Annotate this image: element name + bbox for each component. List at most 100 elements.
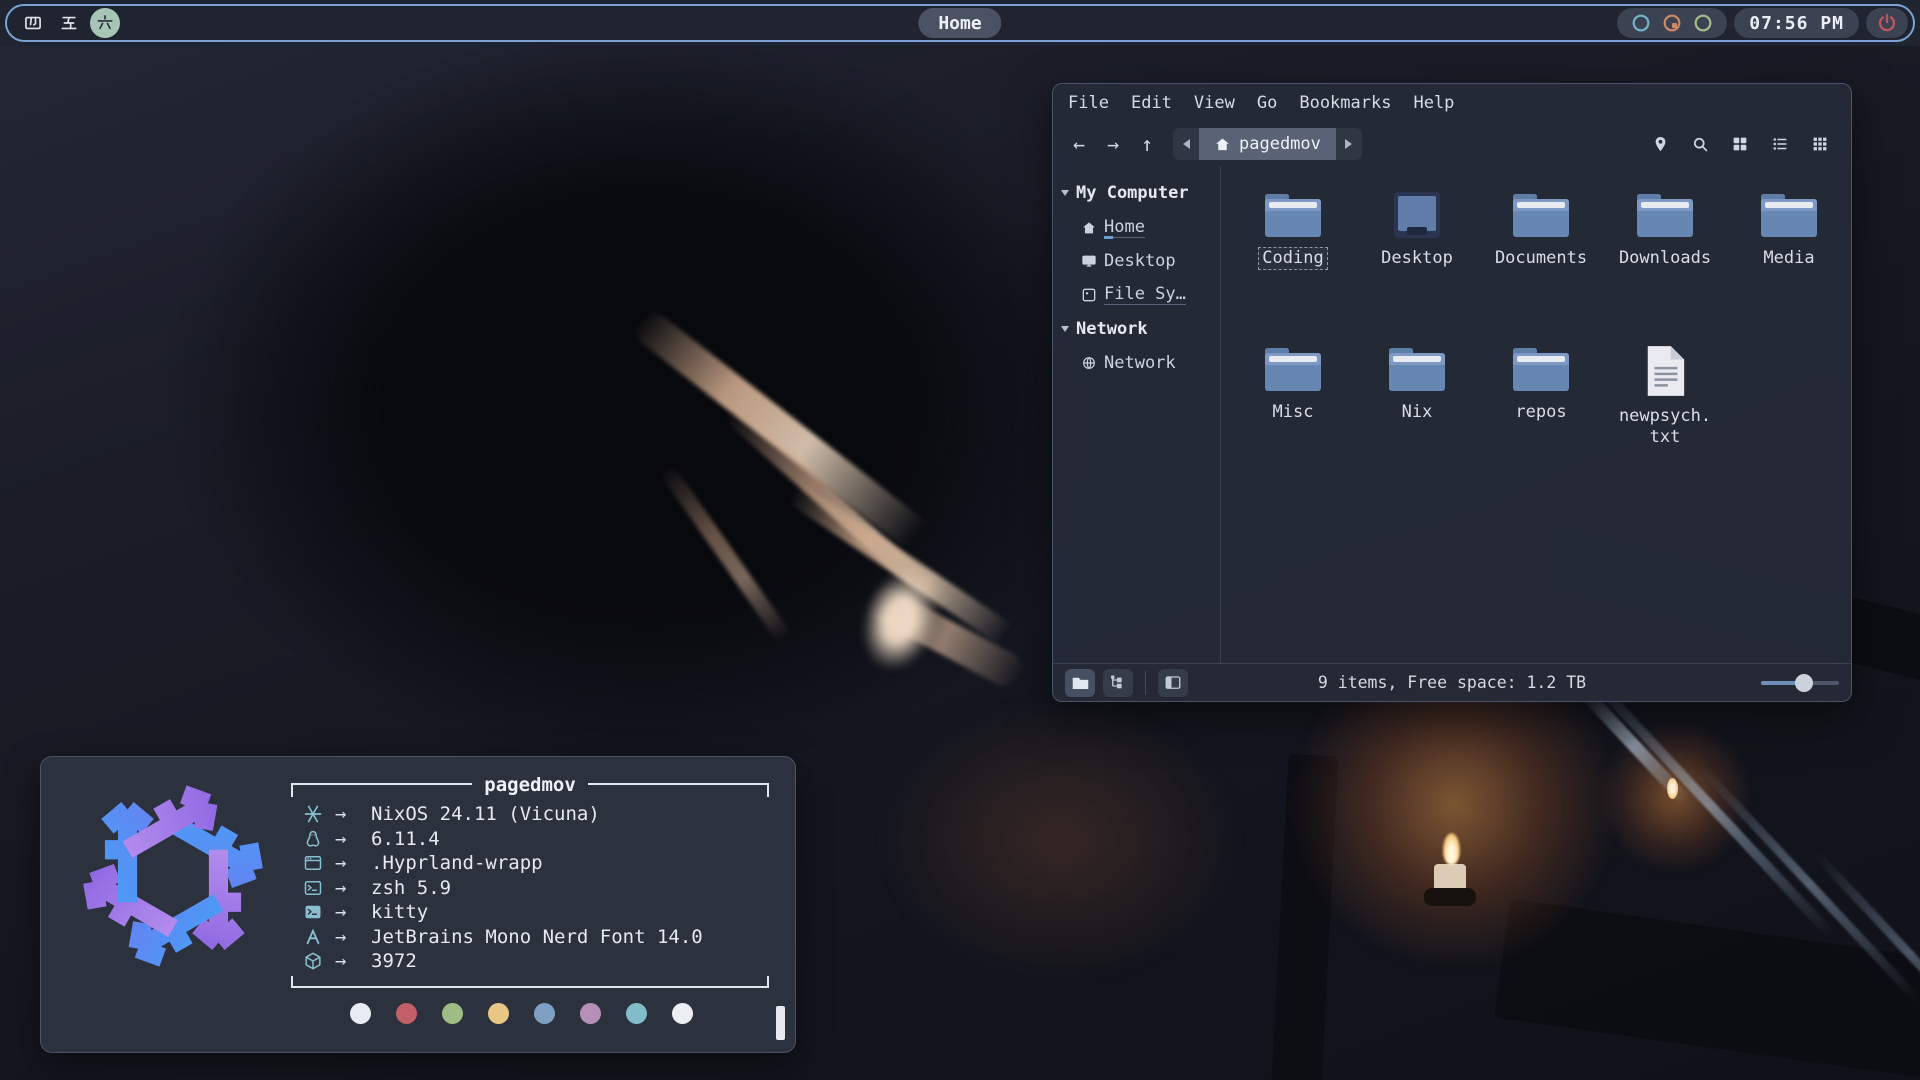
file-item-documents[interactable]: Documents	[1479, 190, 1603, 344]
file-item-media[interactable]: Media	[1727, 190, 1851, 344]
palette-dot	[534, 1003, 555, 1024]
fetch-row-wm: → .Hyprland-wrapp	[303, 851, 769, 876]
menu-bar: File Edit View Go Bookmarks Help	[1053, 84, 1851, 122]
menu-help[interactable]: Help	[1402, 89, 1465, 117]
file-item-label: Coding	[1258, 247, 1327, 270]
arrow: →	[335, 926, 371, 948]
file-item-label: Media	[1759, 247, 1818, 270]
breadcrumb-current-segment[interactable]: pagedmov	[1199, 128, 1336, 160]
folder-icon	[1510, 344, 1572, 394]
package-cube-icon	[303, 951, 335, 971]
fetch-packages-value: 3972	[371, 950, 769, 972]
workspace-four[interactable]	[18, 8, 48, 38]
clock[interactable]: 07:56 PM	[1734, 8, 1859, 38]
workspace-switcher	[12, 8, 126, 38]
sidebar-item-home[interactable]: Home	[1059, 211, 1214, 244]
fetch-host-title: pagedmov	[472, 774, 588, 796]
file-manager-body: My Computer Home Desktop File Sy… Networ…	[1053, 166, 1851, 663]
file-item-coding[interactable]: Coding	[1231, 190, 1355, 344]
up-arrow-icon: ↑	[1141, 132, 1153, 156]
cjk-six-glyph	[95, 13, 115, 33]
breadcrumb: pagedmov	[1173, 128, 1362, 160]
menu-edit[interactable]: Edit	[1120, 89, 1183, 117]
sidebar-item-filesystem[interactable]: File Sy…	[1059, 278, 1214, 311]
sidebar-places-toggle[interactable]	[1065, 669, 1095, 697]
sidebar-section-network[interactable]: Network	[1059, 312, 1214, 346]
icon-view[interactable]: Coding Desktop Documents Downloads	[1221, 166, 1857, 663]
up-button[interactable]: ↑	[1131, 128, 1163, 160]
wallpaper-hair-streak	[786, 482, 1023, 653]
wallpaper-candle	[1434, 864, 1466, 892]
teal-ring-icon[interactable]	[1630, 12, 1652, 34]
orange-timer-ring-icon[interactable]	[1661, 12, 1683, 34]
sidebar-item-desktop[interactable]: Desktop	[1059, 245, 1214, 277]
file-item-repos[interactable]: repos	[1479, 344, 1603, 498]
wallpaper-candle-holder	[1424, 888, 1476, 906]
file-item-misc[interactable]: Misc	[1231, 344, 1355, 498]
folder-pane-icon	[1071, 674, 1090, 691]
sidebar-item-network[interactable]: Network	[1059, 347, 1214, 379]
globe-icon	[1081, 355, 1097, 371]
sidebar-tree-toggle[interactable]	[1103, 669, 1133, 697]
thumbnail-view-button[interactable]	[1807, 131, 1833, 157]
folder-icon	[1634, 190, 1696, 240]
fetch-rows: → NixOS 24.11 (Vicuna) → 6.11.4 → .Hyprl…	[291, 797, 769, 976]
expander-icon	[1061, 190, 1069, 196]
wallpaper-light-streak	[1579, 687, 1691, 806]
sidebar-desktop-text: Desktop	[1104, 251, 1176, 271]
sidebar-item-label: Network	[1104, 353, 1176, 373]
thumbnail-view-icon	[1811, 135, 1829, 153]
workspace-five[interactable]	[54, 8, 84, 38]
zoom-slider-knob[interactable]	[1795, 674, 1813, 692]
sidebar-network-text: Network	[1104, 353, 1176, 373]
fetch-row-packages: → 3972	[303, 949, 769, 974]
folder-icon	[1262, 344, 1324, 394]
cjk-five-glyph	[59, 13, 79, 33]
terminal-icon	[303, 902, 335, 922]
wallpaper-face-highlight	[851, 562, 948, 679]
palette-dot	[488, 1003, 509, 1024]
sidebar-section-my-computer[interactable]: My Computer	[1059, 176, 1214, 210]
tux-penguin-icon	[303, 829, 335, 849]
menu-file[interactable]: File	[1057, 89, 1120, 117]
menu-bookmarks[interactable]: Bookmarks	[1288, 89, 1402, 117]
palette-dot	[442, 1003, 463, 1024]
back-button[interactable]: ←	[1063, 128, 1095, 160]
active-window-title: Home	[918, 8, 1001, 38]
expander-icon	[1061, 326, 1069, 332]
menu-go[interactable]: Go	[1246, 89, 1288, 117]
window-icon	[303, 853, 335, 873]
folder-icon	[1510, 190, 1572, 240]
system-tray	[1617, 8, 1727, 38]
wallpaper-hair-streak	[658, 462, 792, 643]
breadcrumb-prev-button[interactable]	[1173, 128, 1199, 160]
file-item-desktop[interactable]: Desktop	[1355, 190, 1479, 344]
cjk-four-glyph	[23, 13, 43, 33]
wallpaper-hair-streak	[723, 404, 967, 626]
shell-prompt-icon	[303, 878, 335, 898]
file-item-label: Desktop	[1377, 247, 1457, 270]
file-item-nix[interactable]: Nix	[1355, 344, 1479, 498]
wallpaper-flame	[1443, 833, 1460, 865]
file-item-newpsych-txt[interactable]: newpsych.txt	[1603, 344, 1727, 498]
fetch-terminal-value: kitty	[371, 901, 769, 923]
workspace-six-active[interactable]	[90, 8, 120, 38]
forward-button[interactable]: →	[1097, 128, 1129, 160]
arrow: →	[335, 901, 371, 923]
zoom-slider[interactable]	[1761, 674, 1839, 692]
wallpaper-hair-streak	[630, 307, 950, 568]
compact-view-button[interactable]	[1767, 131, 1793, 157]
power-button[interactable]	[1866, 8, 1908, 38]
file-item-downloads[interactable]: Downloads	[1603, 190, 1727, 344]
sidebar-item-label: Desktop	[1104, 251, 1176, 271]
icon-view-button[interactable]	[1727, 131, 1753, 157]
fetch-shell-value: zsh 5.9	[371, 877, 769, 899]
location-pin-button[interactable]	[1647, 131, 1673, 157]
search-button[interactable]	[1687, 131, 1713, 157]
panel-toggle-icon	[1164, 674, 1182, 692]
split-view-toggle[interactable]	[1158, 669, 1188, 697]
menu-view[interactable]: View	[1183, 89, 1246, 117]
wallpaper-light-streak	[1811, 849, 1920, 1060]
green-ring-icon[interactable]	[1692, 12, 1714, 34]
breadcrumb-next-button[interactable]	[1336, 128, 1362, 160]
